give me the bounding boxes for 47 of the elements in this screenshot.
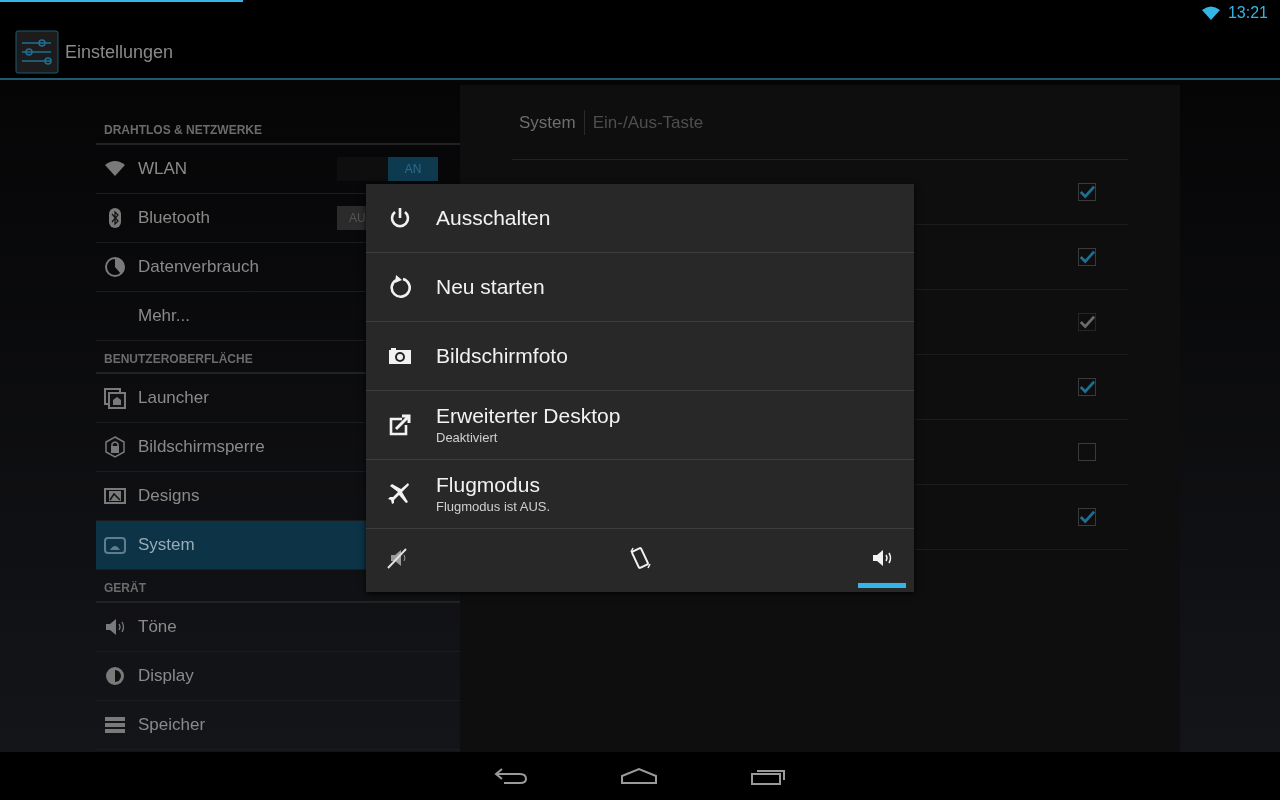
menu-item[interactable]: Neu starten	[366, 253, 914, 322]
power-icon	[388, 206, 412, 230]
breadcrumb-item[interactable]: System	[519, 109, 576, 135]
item-label: Mehr...	[138, 305, 190, 328]
lock-icon	[104, 436, 126, 458]
app-title: Einstellungen	[65, 40, 174, 64]
checkbox[interactable]	[1078, 183, 1096, 201]
brightness-icon	[104, 665, 126, 687]
home-screen-icon	[104, 387, 126, 409]
back-icon[interactable]	[494, 767, 528, 785]
item-label: Datenverbrauch	[138, 256, 259, 279]
restart-icon	[388, 275, 412, 299]
checkbox[interactable]	[1078, 508, 1096, 526]
item-label: WLAN	[138, 158, 188, 181]
checkbox[interactable]	[1078, 443, 1096, 461]
clock: 13:21	[1227, 3, 1268, 23]
item-label: System	[138, 534, 195, 557]
item-label: Display	[138, 665, 194, 688]
sidebar-item[interactable]: Display	[96, 652, 460, 701]
tablet-icon	[104, 534, 126, 556]
sidebar-item[interactable]: Speicher	[96, 701, 460, 750]
picture-frame-icon	[104, 485, 126, 507]
vibrating-phone-icon	[628, 546, 652, 570]
home-icon[interactable]	[620, 767, 658, 785]
pie-chart-icon	[104, 256, 126, 278]
item-label: Bildschirmsperre	[138, 436, 265, 459]
external-display-icon	[388, 413, 412, 437]
wifi-icon	[1201, 6, 1220, 20]
section-header: DRAHTLOS & NETZWERKE	[96, 112, 460, 145]
menu-item[interactable]: Erweiterter Desktop Deaktiviert	[366, 391, 914, 460]
item-label: Bluetooth	[138, 207, 210, 230]
airplane-icon	[388, 482, 412, 506]
item-label: Launcher	[138, 387, 209, 410]
menu-item[interactable]: Ausschalten	[366, 184, 914, 253]
settings-app-icon[interactable]	[15, 30, 59, 74]
storage-icon	[104, 714, 126, 736]
menu-item[interactable]: Flugmodus Flugmodus ist AUS.	[366, 460, 914, 529]
item-label: Töne	[138, 616, 177, 639]
item-label: Speicher	[138, 714, 206, 737]
menu-item[interactable]: Bildschirmfoto	[366, 322, 914, 391]
muted-speaker-icon	[386, 546, 410, 570]
sidebar-item[interactable]: Töne	[96, 603, 460, 652]
recent-apps-icon[interactable]	[750, 767, 786, 785]
checkbox[interactable]	[1078, 378, 1096, 396]
item-label: Designs	[138, 485, 200, 508]
speaker-icon	[104, 616, 126, 638]
checkbox[interactable]	[1078, 248, 1096, 266]
